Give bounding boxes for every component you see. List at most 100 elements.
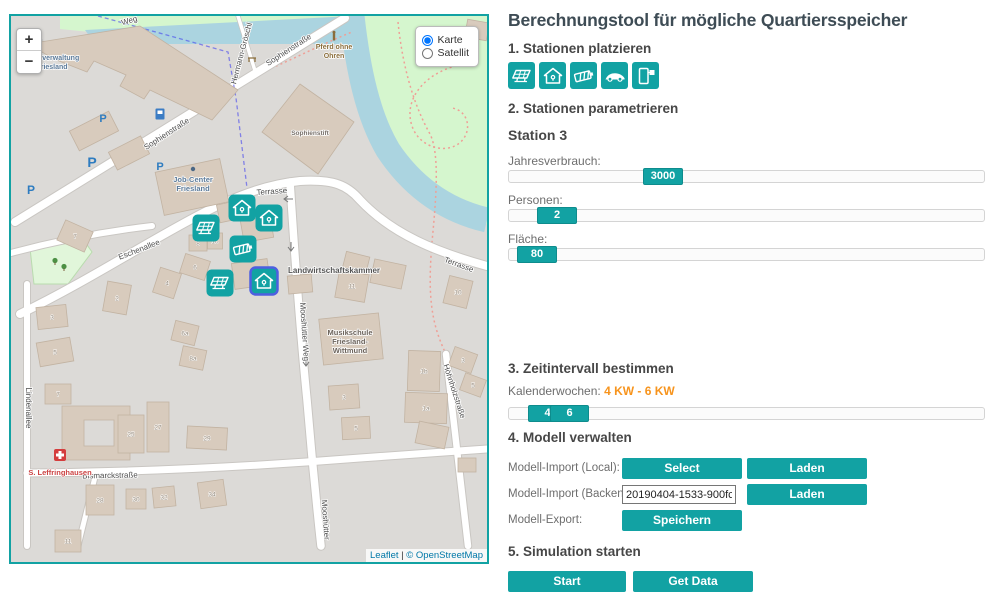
slider-label: Jahresverbrauch: [508,154,985,168]
zoom-out-button[interactable]: − [17,51,41,73]
building: 3 [36,304,68,329]
svg-text:2: 2 [115,295,119,302]
satellit-radio[interactable] [422,48,433,59]
svg-text:25: 25 [127,431,135,438]
fuel-icon [156,109,165,120]
building [458,458,476,472]
building: 29 [186,426,227,450]
building: 11 [55,530,81,552]
karte-radio[interactable] [422,35,433,46]
battery-station-button[interactable] [570,62,597,89]
svg-text:3: 3 [461,357,465,364]
building: 1a [404,392,447,423]
building: 27 [147,402,169,452]
house-station-button[interactable] [539,62,566,89]
svg-text:P: P [99,113,106,125]
row-label: Modell-Import (Local): [508,462,620,474]
station-title: Station 3 [508,127,567,143]
map-layers-control: Karte Satellit [415,26,479,67]
section-5-heading: 5. Simulation starten [508,544,641,559]
section-1-heading: 1. Stationen platzieren [508,41,651,56]
kalenderwochen-label: Kalenderwochen: [508,384,604,398]
svg-text:29: 29 [203,435,211,442]
solar-panel-station-button[interactable] [508,62,535,89]
svg-text:6: 6 [193,264,197,271]
svg-text:30: 30 [132,496,140,503]
slider-handle[interactable]: 2 [537,207,577,224]
station-marker-solar[interactable] [207,270,234,297]
layer-option-karte[interactable]: Karte [422,34,469,46]
poi-label: Landwirtschaftskammer [288,266,380,275]
parking-light-icon: P [27,183,35,197]
station-marker-solar[interactable] [193,215,220,242]
leaflet-link[interactable]: Leaflet [370,550,399,561]
speichern-button[interactable]: Speichern [622,510,742,531]
pharmacy-icon [54,449,66,461]
backend-model-input[interactable] [622,485,736,504]
building: 5 [341,416,370,439]
kalenderwochen-line: Kalenderwochen: 4 KW - 6 KW [508,384,675,398]
row-label: Modell-Import (Backend): [508,488,637,500]
svg-text:4: 4 [165,280,169,287]
station-marker-house[interactable] [229,195,256,222]
svg-text:5: 5 [53,349,57,356]
section-3-heading: 3. Zeitintervall bestimmen [508,361,674,376]
svg-text:5: 5 [471,382,475,389]
poi-label: MusikschuleFriesland-Wittmund [327,328,372,355]
svg-text:11: 11 [349,283,356,290]
page-title: Berechnungstool für mögliche Quartierssp… [508,10,907,31]
station-marker-house[interactable] [251,268,278,295]
street-label: Lindenallee [24,388,33,429]
slider-handle[interactable]: 80 [517,246,557,263]
car-station-button[interactable] [601,62,628,89]
kalenderwochen-range: 4 KW - 6 KW [604,384,675,398]
parking-icon: P [87,154,96,170]
building: 32 [152,486,176,508]
station-buttons [508,62,659,89]
layer-label: Karte [437,34,462,46]
slider-personen: Personen: 2 [508,193,985,224]
zoom-in-button[interactable]: + [17,29,41,51]
slider-label: Fläche: [508,232,985,246]
laden-backend-button[interactable]: Laden [747,484,867,505]
poi-label: Job-CenterFriesland [173,175,213,193]
simulation-row: Start Get Data [508,571,985,593]
select-button[interactable]: Select [622,458,742,479]
start-button[interactable]: Start [508,571,626,592]
slider-jahresverbrauch: Jahresverbrauch: 3000 [508,154,985,185]
station-marker-house[interactable] [256,205,283,232]
app-root: 7642356a8a810725272928303234111110351b1a… [0,0,1000,614]
map-attribution: Leaflet | © OpenStreetMap [366,549,487,562]
laden-local-button[interactable]: Laden [747,458,867,479]
kalenderwochen-slider: 4 6 [508,407,985,422]
building: 28 [86,485,114,515]
osm-link[interactable]: © OpenStreetMap [406,550,483,561]
slider-track[interactable] [508,170,985,183]
svg-text:7: 7 [56,391,60,398]
building: 25 [118,415,144,453]
building: 3 [328,384,360,410]
svg-text:28: 28 [96,497,104,504]
svg-text:1a: 1a [422,405,430,412]
get-data-button[interactable]: Get Data [633,571,753,592]
dot-icon [191,167,195,171]
charging-station-button[interactable] [632,62,659,89]
slider-track[interactable] [508,248,985,261]
control-panel: Berechnungstool für mögliche Quartierssp… [508,0,988,614]
svg-text:P: P [156,161,163,173]
map[interactable]: 7642356a8a810725272928303234111110351b1a… [9,14,489,564]
svg-text:5: 5 [354,425,358,432]
layer-option-satellit[interactable]: Satellit [422,47,469,59]
slider-track[interactable] [508,209,985,222]
range-handle-to[interactable]: 6 [550,405,589,422]
row-label: Modell-Export: [508,514,582,526]
parking-icon: P [156,161,163,173]
svg-text:3: 3 [342,394,346,401]
model-import-local-row: Modell-Import (Local): Select Laden [508,458,985,480]
model-export-row: Modell-Export: Speichern [508,510,985,532]
station-marker-battery[interactable] [230,236,257,263]
slider-flaeche: Fläche: 80 [508,232,985,263]
map-zoom-control: + − [16,28,42,74]
slider-handle[interactable]: 3000 [643,168,683,185]
building: 34 [197,479,226,508]
